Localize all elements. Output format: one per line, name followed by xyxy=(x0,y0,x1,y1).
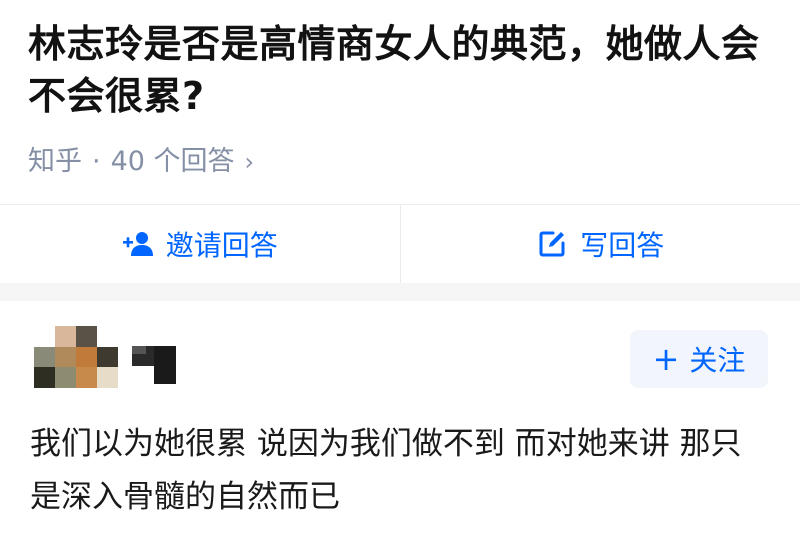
chevron-right-icon: › xyxy=(244,148,255,176)
answer-count: 40 个回答 xyxy=(110,146,235,177)
add-user-icon xyxy=(122,228,154,260)
plus-icon: + xyxy=(652,340,680,378)
question-title[interactable]: 林志玲是否是高情商女人的典范，她做人会不会很累? xyxy=(28,18,768,122)
follow-button[interactable]: + 关注 xyxy=(630,330,768,388)
avatar[interactable] xyxy=(34,326,118,388)
username-redacted[interactable] xyxy=(132,346,176,384)
meta-separator: · xyxy=(92,146,101,177)
action-bar: 邀请回答 写回答 xyxy=(0,204,800,284)
write-answer-button[interactable]: 写回答 xyxy=(399,205,800,283)
edit-icon xyxy=(536,228,568,260)
invite-answer-button[interactable]: 邀请回答 xyxy=(0,205,400,283)
question-meta[interactable]: 知乎 · 40 个回答 › xyxy=(28,145,254,179)
section-divider xyxy=(0,283,800,301)
invite-answer-label: 邀请回答 xyxy=(165,229,278,262)
write-answer-label: 写回答 xyxy=(580,229,665,262)
answer-content[interactable]: 我们以为她很累 说因为我们做不到 而对她来讲 那只是深入骨髓的自然而已 xyxy=(30,418,770,524)
follow-label: 关注 xyxy=(689,344,746,377)
source-label: 知乎 xyxy=(28,146,82,177)
